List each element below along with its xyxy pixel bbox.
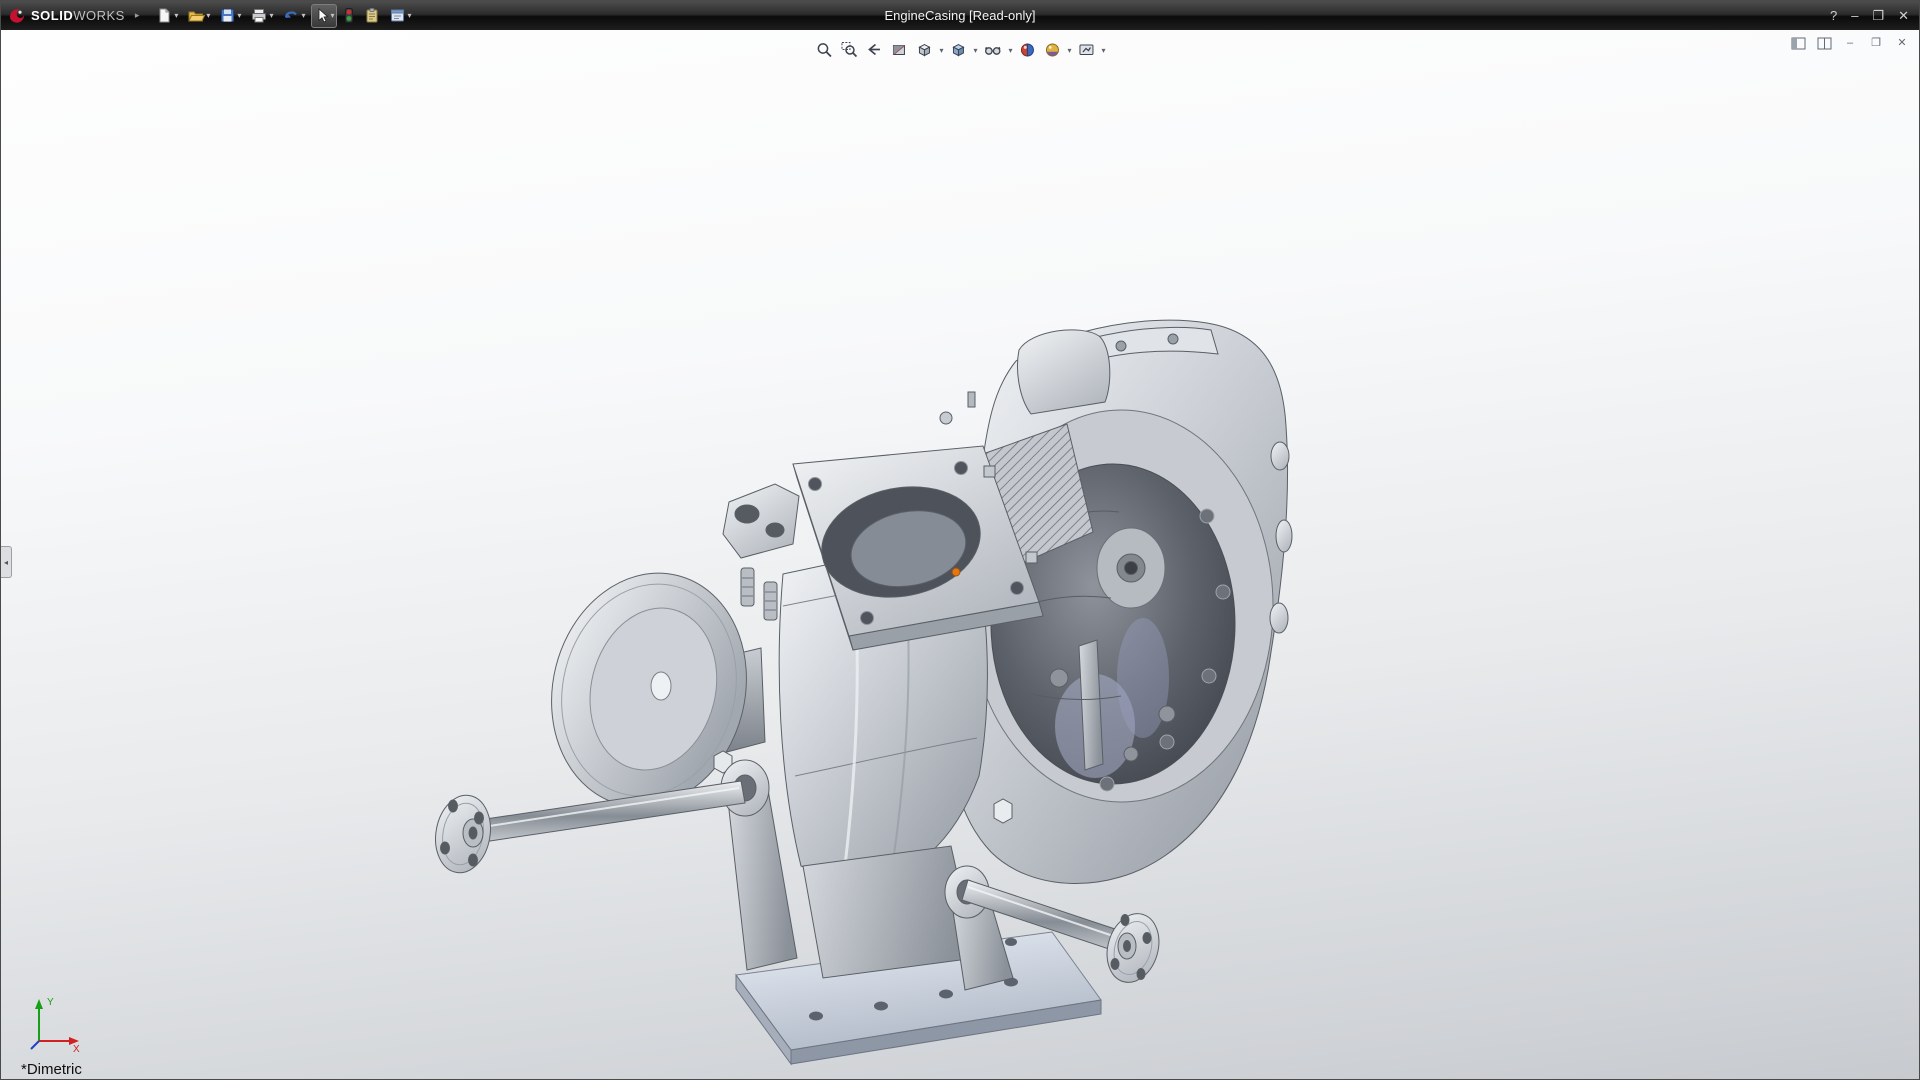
chevron-down-icon[interactable]: ▾	[330, 11, 334, 20]
hide-show-items-button[interactable]	[981, 39, 1004, 61]
engine-casing-model[interactable]	[431, 306, 1311, 1079]
previous-view-icon	[868, 43, 880, 56]
print-button[interactable]: ▾	[247, 4, 276, 28]
chevron-down-icon[interactable]: ▾	[301, 11, 305, 20]
new-document-button[interactable]: ▾	[153, 4, 181, 28]
display-style-cube-icon	[952, 44, 965, 57]
title-bar: SOLIDWORKS ▸ ▾ ▾ ▾ ▾ ▾ ▾ ▾ EngineCasing …	[1, 1, 1919, 30]
display-style-button[interactable]	[947, 39, 969, 61]
edit-appearance-button[interactable]	[1017, 39, 1039, 61]
chevron-down-icon[interactable]: ▾	[973, 46, 977, 55]
printer-icon	[252, 9, 267, 23]
zoom-to-area-button[interactable]	[838, 39, 860, 61]
color-swatch-button[interactable]	[340, 4, 358, 28]
featuremanager-collapsed-tab[interactable]: ◂	[1, 546, 12, 578]
appearance-sphere-icon	[1021, 43, 1035, 57]
undo-button[interactable]: ▾	[279, 4, 308, 28]
main-toolbar: ▾ ▾ ▾ ▾ ▾ ▾ ▾	[153, 3, 414, 28]
reference-triad: Y X	[30, 997, 80, 1053]
select-tool-button[interactable]: ▾	[311, 3, 338, 28]
view-settings-icon	[1079, 44, 1094, 55]
zoom-to-area-icon	[841, 42, 858, 58]
clipboard-icon	[366, 8, 378, 23]
chevron-down-icon[interactable]: ▾	[206, 11, 210, 20]
brand-solid: SOLID	[31, 7, 74, 23]
options-panel-icon	[391, 9, 405, 22]
triad-y-label: Y	[47, 997, 54, 1008]
options-button[interactable]: ▾	[386, 4, 414, 28]
undo-arrow-icon	[285, 11, 298, 18]
chevron-down-icon[interactable]: ▾	[174, 11, 178, 20]
document-window-controls: – ❐ ✕	[1789, 36, 1911, 51]
chevron-down-icon[interactable]: ▾	[407, 11, 411, 20]
previous-view-button[interactable]	[863, 39, 885, 61]
heads-up-toolbar: ▾ ▾ ▾ ▾ ▾	[806, 37, 1114, 63]
doc-close-button[interactable]: ✕	[1893, 36, 1911, 51]
open-folder-icon	[188, 11, 206, 22]
maximize-button[interactable]: ❐	[1872, 8, 1884, 24]
chevron-down-icon[interactable]: ▾	[1068, 46, 1072, 55]
brand-works: WORKS	[73, 7, 125, 23]
solidworks-brand: SOLIDWORKS	[7, 6, 125, 26]
view-orientation-label: *Dimetric	[21, 1061, 82, 1078]
clipboard-button[interactable]	[361, 4, 383, 28]
glasses-icon	[985, 46, 1001, 55]
window-title: EngineCasing [Read-only]	[884, 8, 1036, 23]
triad-x-label: X	[73, 1044, 80, 1053]
apply-scene-button[interactable]	[1042, 39, 1064, 61]
scene-sphere-icon	[1046, 43, 1060, 57]
help-button[interactable]: ?	[1830, 8, 1837, 23]
view-orientation-button[interactable]	[913, 39, 935, 61]
pane-split-icon[interactable]	[1815, 36, 1833, 51]
view-settings-button[interactable]	[1076, 39, 1098, 61]
minimize-button[interactable]: –	[1851, 8, 1858, 23]
save-floppy-icon	[221, 9, 235, 22]
open-document-button[interactable]: ▾	[184, 4, 213, 28]
chevron-down-icon[interactable]: ▾	[1008, 46, 1012, 55]
save-button[interactable]: ▾	[216, 4, 244, 28]
doc-minimize-button[interactable]: –	[1841, 36, 1859, 51]
zoom-to-fit-button[interactable]	[813, 39, 835, 61]
stoplight-icon	[345, 8, 354, 23]
app-window: SOLIDWORKS ▸ ▾ ▾ ▾ ▾ ▾ ▾ ▾ EngineCasing …	[0, 0, 1920, 1080]
zoom-to-fit-icon	[817, 43, 832, 58]
chevron-down-icon[interactable]: ▾	[269, 11, 273, 20]
select-cursor-icon	[319, 8, 329, 23]
chevron-down-icon[interactable]: ▾	[939, 46, 943, 55]
new-document-icon	[159, 8, 170, 23]
close-button[interactable]: ✕	[1898, 8, 1909, 24]
solidworks-logo-icon	[10, 8, 25, 23]
section-view-icon	[892, 44, 905, 56]
pane-left-icon[interactable]	[1789, 36, 1807, 51]
graphics-viewport[interactable]: ▾ ▾ ▾ ▾ ▾ – ❐ ✕ ◂ Y X *Dimetric	[1, 30, 1919, 1079]
chevron-down-icon[interactable]: ▾	[1102, 46, 1106, 55]
toolbar-expander-icon[interactable]: ▸	[135, 10, 140, 21]
window-controls: ? – ❐ ✕	[1830, 8, 1909, 24]
section-view-button[interactable]	[888, 39, 910, 61]
view-orientation-cube-icon	[918, 44, 931, 57]
chevron-down-icon[interactable]: ▾	[237, 11, 241, 20]
doc-restore-button[interactable]: ❐	[1867, 36, 1885, 51]
